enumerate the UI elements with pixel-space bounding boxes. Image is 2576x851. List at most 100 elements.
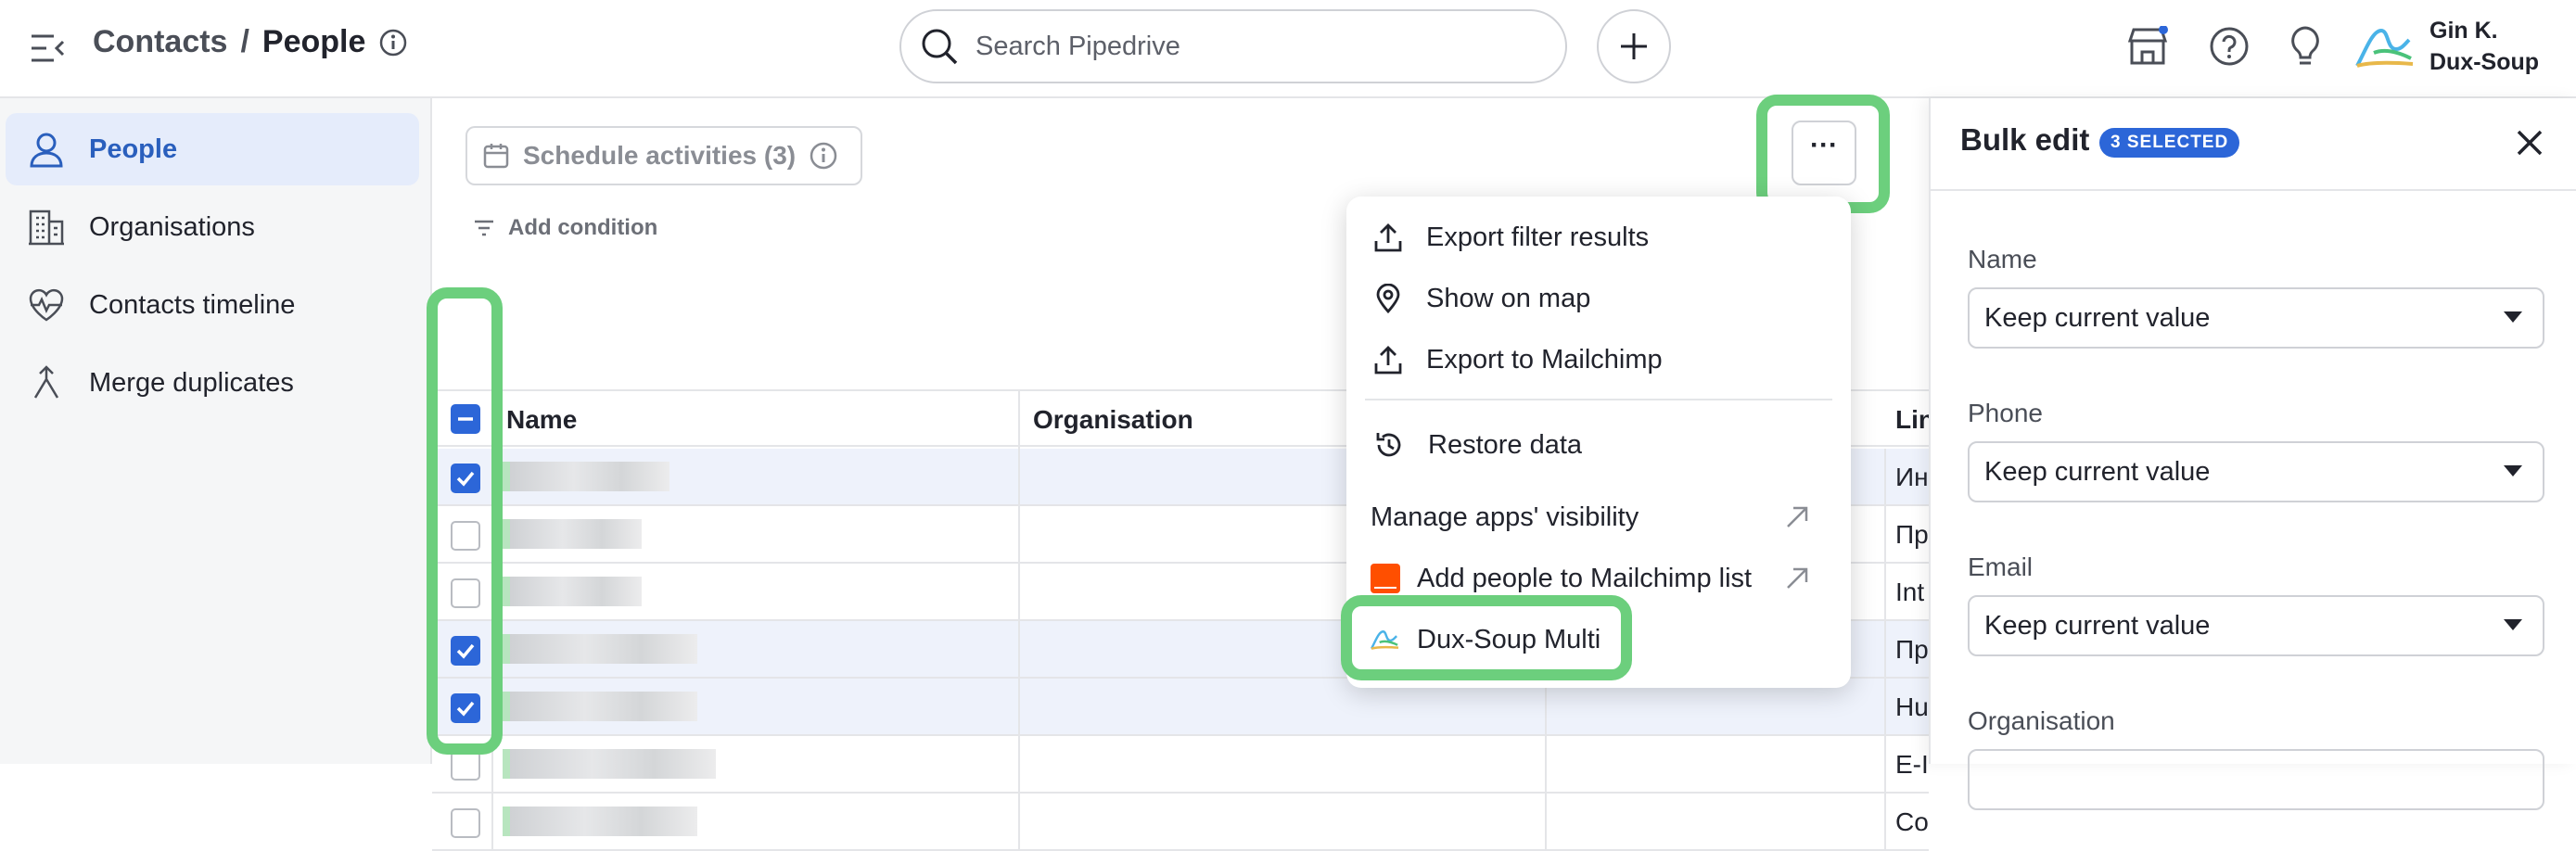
select-value: Keep current value — [1984, 610, 2211, 641]
menu-item-label: Export filter results — [1426, 222, 1650, 252]
hidden-cell — [1547, 794, 1886, 851]
breadcrumb: Contacts / People — [93, 24, 408, 60]
select-value: Keep current value — [1984, 302, 2211, 333]
blurred-name — [503, 692, 697, 721]
heart-pulse-icon — [29, 288, 64, 322]
add-condition-label: Add condition — [508, 215, 658, 240]
search-input[interactable] — [976, 31, 1513, 62]
sidebar-item-label: Organisations — [89, 211, 255, 242]
search-icon — [920, 27, 959, 66]
highlight-more-button — [1756, 95, 1890, 213]
bulk-edit-panel: Bulk edit 3 SELECTED Name Keep current v… — [1929, 98, 2576, 810]
info-icon[interactable] — [378, 28, 408, 57]
linkedin-cell[interactable]: Co — [1886, 794, 1942, 851]
blurred-name — [503, 577, 642, 606]
map-pin-icon — [1376, 284, 1400, 313]
sidebar-item-merge-duplicates[interactable]: Merge duplicates — [6, 347, 419, 419]
user-name[interactable]: Gin K. Dux-Soup — [2429, 15, 2539, 78]
marketplace-icon[interactable] — [2122, 20, 2174, 72]
select-value: Keep current value — [1984, 456, 2211, 487]
plus-icon — [1621, 33, 1647, 59]
name-cell[interactable] — [493, 621, 1020, 679]
close-icon — [2517, 130, 2543, 156]
row-checkbox[interactable] — [451, 808, 480, 838]
person-icon — [30, 133, 63, 168]
name-cell[interactable] — [493, 736, 1020, 794]
name-cell[interactable] — [493, 564, 1020, 621]
sidebar-item-contacts-timeline[interactable]: Contacts timeline — [6, 269, 419, 341]
restore-icon — [1376, 433, 1401, 457]
add-condition-button[interactable]: Add condition — [473, 215, 657, 241]
menu-item-manage-apps-visibility[interactable]: Manage apps' visibility — [1371, 489, 1834, 545]
blurred-name — [503, 634, 697, 664]
hidden-cell — [1547, 736, 1886, 794]
caret-down-icon — [2504, 465, 2522, 476]
blurred-name — [503, 519, 642, 549]
field-label-email: Email — [1968, 553, 2034, 581]
menu-item-export-filter-results[interactable]: Export filter results — [1374, 210, 1838, 265]
close-button[interactable] — [2509, 122, 2550, 163]
caret-down-icon — [2504, 311, 2522, 323]
caret-down-icon — [2504, 619, 2522, 630]
organisation-select[interactable] — [1968, 749, 2544, 810]
column-header-label: Name — [506, 405, 578, 434]
merge-icon — [33, 365, 59, 399]
sidebar: People Organisations Contacts timeline M… — [0, 98, 432, 764]
menu-collapse-icon[interactable] — [28, 28, 69, 69]
menu-item-label: Restore data — [1428, 429, 1583, 460]
user-avatar[interactable] — [2355, 22, 2417, 72]
name-cell[interactable] — [493, 506, 1020, 564]
name-select[interactable]: Keep current value — [1968, 287, 2544, 349]
field-label-name: Name — [1968, 245, 2037, 273]
linkedin-value: Co — [1895, 807, 1929, 836]
external-arrow-icon — [1787, 506, 1808, 527]
sidebar-item-organisations[interactable]: Organisations — [6, 191, 419, 263]
linkedin-value: Int — [1895, 578, 1925, 606]
user-name-line1: Gin K. — [2429, 18, 2498, 44]
phone-select[interactable]: Keep current value — [1968, 441, 2544, 502]
name-cell[interactable] — [493, 449, 1020, 506]
linkedin-value: Hu — [1895, 692, 1929, 721]
breadcrumb-separator: / — [240, 24, 249, 59]
blurred-name — [503, 749, 716, 779]
highlight-dux-soup-multi — [1341, 595, 1632, 680]
breadcrumb-contacts[interactable]: Contacts — [93, 24, 227, 60]
sidebar-item-people[interactable]: People — [6, 113, 419, 185]
organisation-cell[interactable] — [1020, 794, 1547, 851]
help-icon[interactable] — [2203, 20, 2255, 72]
zapier-icon — [1371, 564, 1400, 593]
schedule-activities-button[interactable]: Schedule activities (3) — [465, 126, 862, 185]
menu-item-restore-data[interactable]: Restore data — [1374, 417, 1838, 473]
field-label-phone: Phone — [1968, 399, 2043, 427]
search-box[interactable] — [899, 9, 1567, 83]
linkedin-value: Ин — [1895, 463, 1929, 491]
name-cell[interactable] — [493, 679, 1020, 736]
menu-item-label: Add people to Mailchimp list — [1417, 563, 1753, 593]
table-row[interactable]: E-I — [432, 736, 1929, 794]
organisation-cell[interactable] — [1020, 736, 1547, 794]
external-arrow-icon — [1787, 567, 1808, 589]
panel-divider — [1931, 189, 2576, 191]
table-row[interactable]: Co — [432, 794, 1929, 851]
menu-item-show-on-map[interactable]: Show on map — [1374, 271, 1838, 326]
lightbulb-icon[interactable] — [2279, 20, 2331, 72]
bulk-edit-title: Bulk edit — [1960, 122, 2090, 157]
menu-item-label: Manage apps' visibility — [1371, 502, 1639, 532]
column-header-name[interactable]: Name — [493, 391, 1020, 449]
sidebar-item-label: Merge duplicates — [89, 367, 294, 398]
highlight-checkbox-column — [427, 287, 503, 755]
calendar-icon — [483, 144, 509, 169]
row-checkbox[interactable] — [451, 751, 480, 781]
email-select[interactable]: Keep current value — [1968, 595, 2544, 656]
column-header-label: Organisation — [1033, 405, 1193, 434]
add-button[interactable] — [1597, 9, 1671, 83]
name-cell[interactable] — [493, 794, 1020, 851]
menu-divider — [1365, 399, 1832, 400]
linkedin-value: Пр — [1895, 635, 1929, 664]
blurred-name — [503, 807, 697, 836]
upload-icon — [1374, 346, 1402, 375]
upload-icon — [1374, 223, 1402, 252]
selected-count-badge: 3 SELECTED — [2099, 128, 2240, 158]
field-label-organisation: Organisation — [1968, 706, 2115, 735]
menu-item-export-to-mailchimp[interactable]: Export to Mailchimp — [1374, 332, 1838, 387]
